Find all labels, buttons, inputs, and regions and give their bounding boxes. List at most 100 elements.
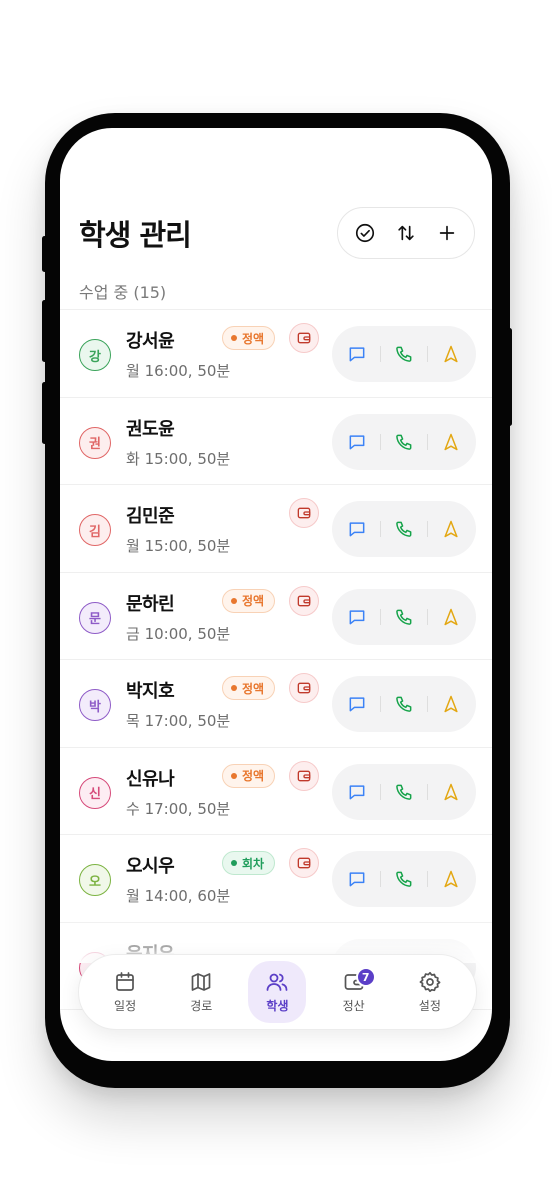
student-schedule: 월 16:00, 50분 — [126, 362, 231, 380]
sort-icon — [398, 225, 414, 241]
sort-button[interactable] — [389, 216, 423, 250]
call-button[interactable] — [389, 777, 419, 807]
navigate-button[interactable] — [436, 602, 466, 632]
users-icon — [265, 970, 289, 994]
student-name: 오시우 — [126, 856, 175, 877]
payment-type-badge: 회차 — [222, 851, 276, 875]
student-row[interactable]: 신 신유나 수 17:00, 50분 정액 — [60, 748, 492, 835]
navigation-icon — [441, 344, 461, 364]
phone-button — [42, 236, 47, 272]
student-schedule: 수 17:00, 50분 — [126, 799, 231, 818]
message-icon — [347, 607, 367, 627]
phone-icon — [394, 694, 414, 714]
payment-button[interactable] — [289, 848, 319, 878]
navigation-icon — [441, 432, 461, 452]
call-button[interactable] — [389, 427, 419, 457]
payment-type-badge: 정액 — [222, 588, 276, 613]
message-button[interactable] — [342, 514, 372, 544]
call-button[interactable] — [389, 602, 419, 632]
payment-button[interactable] — [289, 760, 319, 791]
navigate-button[interactable] — [436, 514, 466, 544]
nav-item-wallet[interactable]: 정산 7 — [325, 961, 383, 1023]
student-name: 박지호 — [126, 681, 175, 702]
student-row[interactable]: 박 박지호 목 17:00, 50분 정액 — [60, 660, 492, 748]
nav-label: 학생 — [266, 999, 289, 1013]
payment-type-badge: 정액 — [222, 676, 276, 700]
navigate-button[interactable] — [436, 427, 466, 457]
contact-actions — [332, 588, 476, 645]
nav-item-users[interactable]: 학생 — [248, 961, 307, 1023]
avatar: 권 — [79, 426, 111, 459]
call-button[interactable] — [389, 514, 419, 544]
message-button[interactable] — [342, 777, 372, 807]
navigation-icon — [441, 519, 461, 539]
navigate-button[interactable] — [436, 689, 466, 719]
page-title: 학생 관리 — [79, 218, 192, 252]
message-button[interactable] — [342, 427, 372, 457]
action-divider — [380, 783, 381, 800]
badge-label: 정액 — [242, 681, 265, 696]
action-divider — [380, 521, 381, 537]
wallet-icon — [296, 680, 312, 696]
badge-label: 정액 — [242, 594, 265, 608]
avatar: 오 — [79, 864, 111, 896]
contact-actions — [332, 763, 476, 820]
student-name: 문하린 — [126, 593, 175, 615]
call-button[interactable] — [389, 864, 419, 894]
message-icon — [347, 432, 367, 452]
action-divider — [380, 346, 381, 362]
action-divider — [427, 521, 428, 537]
student-row[interactable]: 오 오시우 월 14:00, 60분 회차 — [60, 835, 492, 923]
plus-icon — [440, 225, 455, 241]
badge-dot — [231, 335, 237, 341]
nav-label: 설정 — [418, 999, 441, 1013]
payment-button[interactable] — [289, 323, 319, 353]
phone-icon — [394, 782, 414, 802]
student-row[interactable]: 강 강서윤 월 16:00, 50분 정액 — [60, 310, 492, 398]
navigate-button[interactable] — [436, 864, 466, 894]
student-row[interactable]: 권 권도윤화 15:00, 50분 — [60, 398, 492, 485]
message-button[interactable] — [342, 339, 372, 369]
contact-actions — [332, 413, 476, 470]
call-button[interactable] — [389, 339, 419, 369]
call-button[interactable] — [389, 689, 419, 719]
nav-item-map[interactable]: 경로 — [172, 961, 230, 1023]
badge-dot — [231, 860, 237, 866]
phone-icon — [394, 432, 414, 452]
student-row[interactable]: 김 김민준 월 15:00, 50분 — [60, 485, 492, 573]
navigate-button[interactable] — [436, 777, 466, 807]
navigate-button[interactable] — [436, 339, 466, 369]
nav-item-gear[interactable]: 설정 — [401, 961, 459, 1023]
action-divider — [427, 783, 428, 800]
payment-type-badge: 정액 — [222, 763, 276, 788]
avatar: 강 — [79, 339, 111, 371]
gear-icon — [418, 970, 442, 994]
navigation-icon — [441, 607, 461, 627]
badge-label: 정액 — [242, 331, 265, 346]
message-button[interactable] — [342, 602, 372, 632]
student-row[interactable]: 문 문하린 금 10:00, 50분 정액 — [60, 573, 492, 660]
message-button[interactable] — [342, 864, 372, 894]
select-button[interactable] — [348, 216, 382, 250]
nav-item-calendar[interactable]: 일정 — [96, 961, 154, 1023]
action-divider — [380, 871, 381, 887]
payment-button[interactable] — [289, 498, 319, 528]
payment-button[interactable] — [289, 585, 319, 616]
nav-label: 일정 — [114, 999, 137, 1013]
add-student-button[interactable] — [430, 216, 464, 250]
badge-label: 회차 — [242, 856, 265, 871]
badge-dot — [231, 772, 237, 779]
map-icon — [189, 970, 213, 994]
student-schedule: 화 15:00, 50분 — [126, 449, 231, 468]
message-button[interactable] — [342, 689, 372, 719]
message-icon — [347, 782, 367, 802]
student-name: 권도윤 — [126, 418, 175, 440]
student-list: 강 강서윤 월 16:00, 50분 정액 권 권도윤 화 15:00, 50분 김 김민준 월 … — [60, 310, 492, 1010]
contact-actions — [332, 676, 476, 732]
wallet-icon — [296, 330, 312, 346]
notification-badge: 7 — [355, 967, 376, 987]
phone-button — [42, 382, 47, 444]
payment-button[interactable] — [289, 673, 319, 703]
badge-dot — [231, 685, 237, 691]
phone-button — [507, 328, 512, 426]
